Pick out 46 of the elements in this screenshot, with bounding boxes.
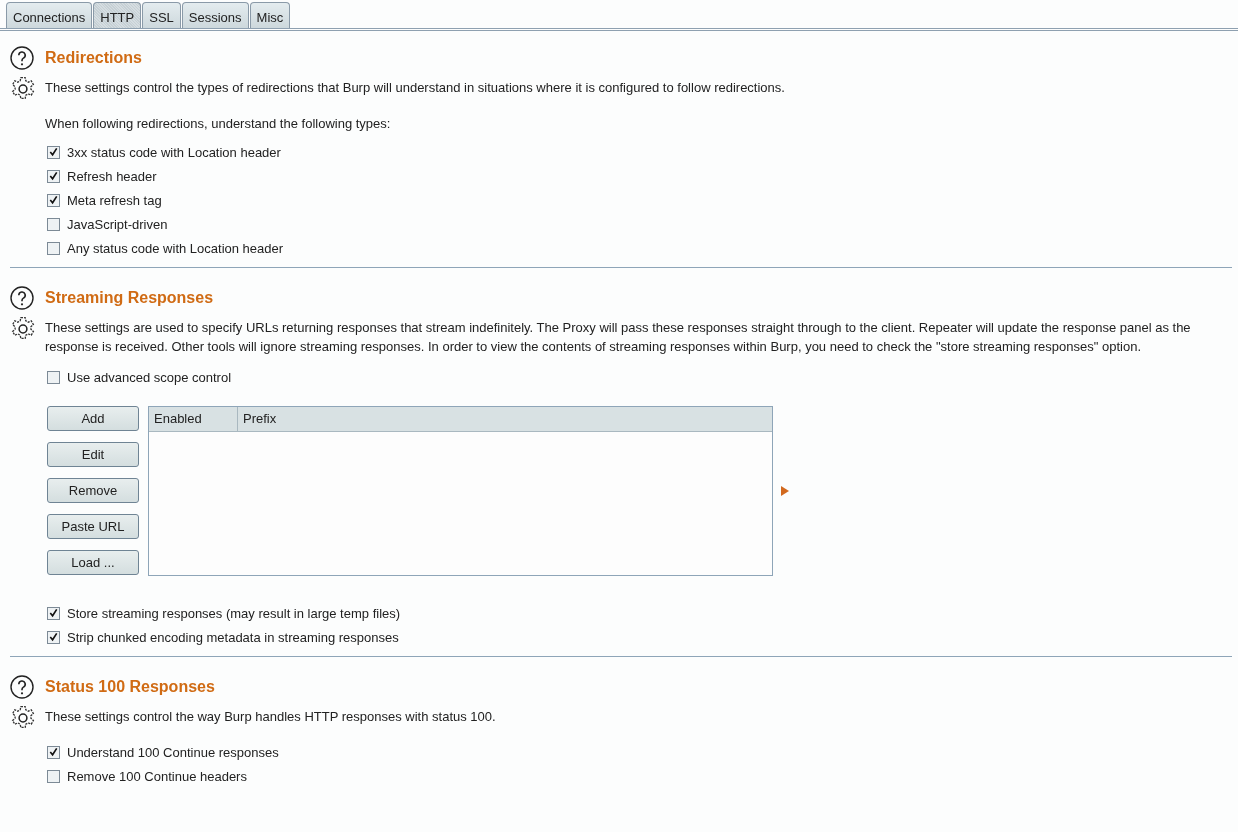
- checkbox-label[interactable]: Strip chunked encoding metadata in streaming responses: [67, 629, 399, 645]
- section-title: Streaming Responses: [45, 289, 214, 307]
- checkbox[interactable]: [47, 630, 60, 644]
- tab[interactable]: HTTP: [93, 2, 142, 28]
- checkbox-label[interactable]: Remove 100 Continue headers: [67, 768, 247, 784]
- tab[interactable]: Misc: [249, 2, 291, 28]
- tab[interactable]: SSL: [142, 2, 181, 28]
- action-button[interactable]: Load ...: [47, 550, 139, 575]
- tab[interactable]: Sessions: [181, 2, 249, 28]
- checkbox[interactable]: [47, 241, 60, 255]
- section-title: Redirections: [45, 49, 142, 67]
- settings-icon[interactable]: [10, 705, 36, 731]
- checkbox-label[interactable]: Refresh header: [67, 168, 157, 184]
- column-header[interactable]: Enabled: [149, 407, 238, 431]
- tab[interactable]: Connections: [6, 2, 93, 28]
- expand-arrow-icon[interactable]: [781, 486, 789, 496]
- prompt-text: When following redirections, understand the following types:: [45, 116, 392, 131]
- help-icon[interactable]: [10, 286, 34, 310]
- checkbox[interactable]: [47, 745, 60, 759]
- checkbox[interactable]: [47, 606, 60, 620]
- section-title: Status 100 Responses: [45, 678, 215, 696]
- checkbox[interactable]: [47, 217, 60, 231]
- settings-icon[interactable]: [10, 76, 36, 102]
- checkbox-label[interactable]: Any status code with Location header: [67, 240, 284, 256]
- checkbox-label[interactable]: Meta refresh tag: [67, 192, 162, 208]
- checkbox-label[interactable]: 3xx status code with Location header: [67, 144, 281, 160]
- column-header[interactable]: Prefix: [238, 407, 282, 431]
- checkbox[interactable]: [47, 769, 60, 783]
- section-description: These settings control the types of redirections that Burp will understand in situations where it is configured to follow redirections.: [45, 79, 785, 97]
- help-icon[interactable]: [10, 675, 34, 699]
- help-icon[interactable]: [10, 46, 34, 70]
- checkbox[interactable]: [47, 370, 60, 384]
- settings-icon[interactable]: [10, 316, 36, 342]
- checkbox-label[interactable]: JavaScript-driven: [67, 216, 168, 232]
- action-button[interactable]: Edit: [47, 442, 139, 467]
- checkbox[interactable]: [47, 169, 60, 183]
- action-button[interactable]: Add: [47, 406, 139, 431]
- action-button[interactable]: Remove: [47, 478, 139, 503]
- checkbox[interactable]: [47, 193, 60, 207]
- checkbox[interactable]: [47, 145, 60, 159]
- action-button[interactable]: Paste URL: [47, 514, 139, 539]
- section-description: These settings are used to specify URLs returning responses that stream indefinitely. The Proxy will pass these responses straight through to the client. Repeater will update the response panel as the response is received. Other tools will ignore streaming responses. In order to view the contents of streaming responses within Burp, you need to check the "store streaming responses" option.: [45, 319, 1192, 356]
- checkbox-label[interactable]: Understand 100 Continue responses: [67, 744, 279, 760]
- checkbox-label[interactable]: Use advanced scope control: [67, 369, 232, 385]
- checkbox-label[interactable]: Store streaming responses (may result in large temp files): [67, 605, 401, 621]
- section-description: These settings control the way Burp handles HTTP responses with status 100.: [45, 708, 496, 726]
